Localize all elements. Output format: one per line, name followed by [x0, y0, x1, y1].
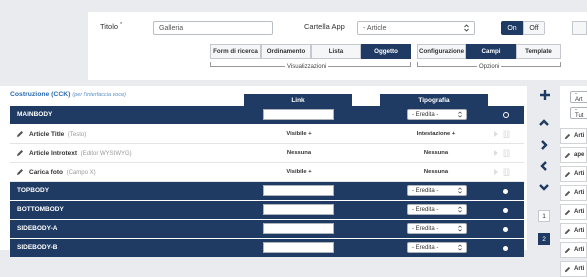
trash-icon[interactable] [503, 149, 510, 157]
right-list-item[interactable]: Arti [560, 223, 587, 239]
edit-pencil-icon[interactable] [564, 190, 571, 197]
folder-select[interactable]: - Article [357, 21, 475, 35]
move-handle-icon[interactable] [493, 149, 501, 157]
option-tab-1[interactable]: Campi [466, 44, 516, 59]
title-label: Titolo * [100, 22, 123, 31]
toggle-off-button[interactable]: Off [523, 21, 545, 35]
trash-icon[interactable] [503, 130, 510, 138]
folder-label: Cartella App [304, 22, 345, 31]
typography-column-header: Tipografia [380, 94, 488, 106]
right-list-item[interactable]: Arti [560, 128, 587, 144]
link-input[interactable] [263, 185, 334, 196]
link-value[interactable]: Visibile + [274, 131, 324, 137]
edit-pencil-icon[interactable] [564, 247, 571, 254]
option-tab-0[interactable]: Configurazione [417, 44, 466, 59]
right-select-2[interactable]: -Tut [570, 107, 587, 119]
right-list-item[interactable]: Arti [560, 185, 587, 201]
construction-title: Costruzione (CCK) (per l'interfaccia voc… [10, 91, 126, 98]
title-input[interactable]: Galleria [153, 21, 273, 35]
edit-pencil-icon[interactable] [16, 168, 24, 176]
edit-pencil-icon[interactable] [564, 152, 571, 159]
updown-chevron-icon [458, 225, 462, 232]
field-label: Carica foto (Campo X) [29, 169, 96, 176]
edit-pencil-icon[interactable] [564, 266, 571, 273]
typography-select[interactable]: - Eredita - [407, 223, 467, 234]
position-toggle-icon[interactable] [503, 189, 508, 194]
typography-value[interactable]: Intestazione + [405, 131, 467, 137]
toggle-on-button[interactable]: On [501, 21, 523, 35]
right-list-item[interactable]: Arti [560, 261, 587, 277]
typography-select[interactable]: - Eredita - [407, 204, 467, 215]
typography-select[interactable]: - Eredita - [407, 109, 467, 120]
view-tab-1[interactable]: Ordinamento [261, 44, 311, 59]
position-name: TOPBODY [17, 187, 50, 194]
right-list-item[interactable]: ape [560, 147, 587, 163]
right-select-1[interactable]: - Art [570, 91, 587, 103]
edit-pencil-icon[interactable] [564, 228, 571, 235]
position-name: MAINBODY [17, 111, 53, 118]
field-label: Article Title (Testo) [29, 131, 87, 138]
typography-select[interactable]: - Eredita - [407, 185, 467, 196]
link-input[interactable] [263, 223, 334, 234]
chevron-down-icon[interactable] [538, 181, 550, 193]
option-tabs-group-label: Opzioni [477, 64, 502, 70]
position-toggle-icon[interactable] [503, 246, 508, 251]
extra-button[interactable] [572, 21, 587, 35]
chevron-right-icon[interactable] [538, 139, 550, 151]
updown-chevron-icon [458, 111, 462, 118]
link-input[interactable] [263, 109, 334, 120]
page-number[interactable]: 2 [538, 233, 550, 245]
view-tabs-group-label: Visualizzazioni [285, 64, 329, 70]
right-list-item[interactable]: Arti [560, 166, 587, 182]
updown-chevron-icon [458, 206, 462, 213]
trash-icon[interactable] [503, 168, 510, 176]
link-input[interactable] [263, 242, 334, 253]
edit-pencil-icon[interactable] [564, 209, 571, 216]
typography-select[interactable]: - Eredita - [407, 242, 467, 253]
view-tab-3[interactable]: Oggetto [361, 44, 411, 59]
chevron-left-icon[interactable] [538, 160, 550, 172]
link-value[interactable]: Nessuna [274, 150, 324, 156]
page-number[interactable]: 1 [538, 210, 550, 222]
edit-pencil-icon[interactable] [564, 133, 571, 140]
right-list-item[interactable]: Arti [560, 242, 587, 258]
edit-pencil-icon[interactable] [16, 149, 24, 157]
typography-value[interactable]: Nessuna [405, 150, 467, 156]
right-list-item[interactable]: Arti [560, 204, 587, 220]
field-label: Article Introtext (Editor WYSIWYG) [29, 150, 132, 157]
view-tab-0[interactable]: Form di ricerca [210, 44, 261, 59]
typography-value[interactable]: Nessuna [405, 169, 467, 175]
edit-pencil-icon[interactable] [564, 171, 571, 178]
chevron-up-icon[interactable] [538, 117, 550, 129]
add-icon[interactable] [539, 89, 551, 101]
move-handle-icon[interactable] [493, 130, 501, 138]
move-handle-icon[interactable] [493, 168, 501, 176]
link-input[interactable] [263, 204, 334, 215]
option-tab-2[interactable]: Template [516, 44, 561, 59]
link-column-header: Link [244, 94, 352, 106]
position-name: SIDEBODY-A [17, 225, 58, 232]
position-toggle-icon[interactable] [503, 227, 508, 232]
edit-pencil-icon[interactable] [16, 130, 24, 138]
updown-chevron-icon [464, 24, 469, 32]
view-tab-2[interactable]: Lista [311, 44, 361, 59]
position-name: BOTTOMBODY [17, 206, 64, 213]
updown-chevron-icon [458, 187, 462, 194]
position-toggle-icon[interactable] [503, 112, 509, 118]
link-value[interactable]: Visibile + [274, 169, 324, 175]
position-toggle-icon[interactable] [503, 208, 508, 213]
